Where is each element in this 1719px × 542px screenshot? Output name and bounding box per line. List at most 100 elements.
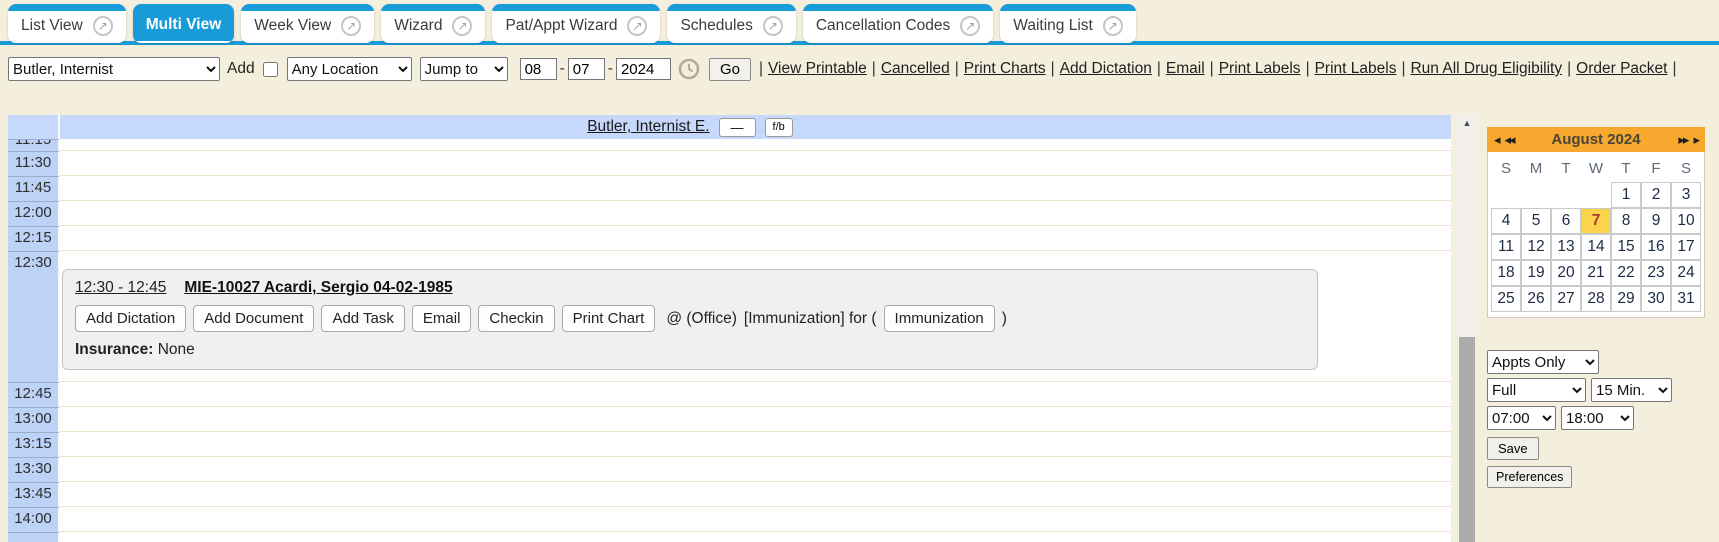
time-slot-13-15[interactable]: 13:15 xyxy=(8,432,60,457)
calendar-day-24[interactable]: 24 xyxy=(1671,260,1701,286)
popout-icon[interactable]: ↗ xyxy=(93,16,113,36)
fb-button[interactable]: f/b xyxy=(765,118,793,137)
time-slot-12-30[interactable]: 12:30 xyxy=(8,251,60,382)
tab-cancellation-codes[interactable]: Cancellation Codes↗ xyxy=(803,4,993,43)
calendar-day-20[interactable]: 20 xyxy=(1551,260,1581,286)
add-dictation-button[interactable]: Add Dictation xyxy=(75,305,186,332)
calendar-day-6[interactable]: 6 xyxy=(1551,208,1581,234)
calendar-day-18[interactable]: 18 xyxy=(1491,260,1521,286)
time-slot-11-15[interactable]: 11:15 xyxy=(8,139,60,151)
prev-arrow-icon[interactable]: ◂ xyxy=(1494,132,1499,148)
popout-icon[interactable]: ↗ xyxy=(341,16,361,36)
calendar-day-16[interactable]: 16 xyxy=(1641,234,1671,260)
calendar-day-5[interactable]: 5 xyxy=(1521,208,1551,234)
calendar-day-28[interactable]: 28 xyxy=(1581,286,1611,312)
toolbar-link-email[interactable]: Email xyxy=(1166,60,1205,77)
calendar-day-19[interactable]: 19 xyxy=(1521,260,1551,286)
calendar-day-10[interactable]: 10 xyxy=(1671,208,1701,234)
go-button[interactable]: Go xyxy=(709,58,751,81)
schedule-cell[interactable] xyxy=(60,507,1451,532)
calendar-day-31[interactable]: 31 xyxy=(1671,286,1701,312)
schedule-cell[interactable] xyxy=(60,201,1451,226)
time-slot-12-00[interactable]: 12:00 xyxy=(8,201,60,226)
add-document-button[interactable]: Add Document xyxy=(193,305,314,332)
appointment-card[interactable]: 12:30 - 12:45MIE-10027 Acardi, Sergio 04… xyxy=(62,269,1318,370)
calendar-day-3[interactable]: 3 xyxy=(1671,182,1701,208)
schedule-cell[interactable] xyxy=(60,382,1451,407)
schedule-cell[interactable] xyxy=(60,482,1451,507)
date-year-input[interactable] xyxy=(616,58,671,80)
view-mode-select[interactable]: Appts Only xyxy=(1487,350,1599,374)
calendar-day-30[interactable]: 30 xyxy=(1641,286,1671,312)
prev-fast-arrow-icon[interactable]: ◂◂ xyxy=(1505,132,1514,148)
time-slot-14-00[interactable]: 14:00 xyxy=(8,507,60,532)
popout-icon[interactable]: ↗ xyxy=(452,16,472,36)
time-slot-12-45[interactable]: 12:45 xyxy=(8,382,60,407)
tab-week-view[interactable]: Week View↗ xyxy=(241,4,374,43)
calendar-day-26[interactable]: 26 xyxy=(1521,286,1551,312)
jump-to-select[interactable]: Jump to xyxy=(420,57,508,81)
end-time-select[interactable]: 18:00 xyxy=(1561,406,1634,430)
provider-column-link[interactable]: Butler, Internist E. xyxy=(587,118,709,136)
time-slot-13-45[interactable]: 13:45 xyxy=(8,482,60,507)
toolbar-link-cancelled[interactable]: Cancelled xyxy=(881,60,950,77)
time-slot-13-00[interactable]: 13:00 xyxy=(8,407,60,432)
popout-icon[interactable]: ↗ xyxy=(960,16,980,36)
provider-select[interactable]: Butler, Internist xyxy=(8,57,220,81)
scroll-up-icon[interactable]: ▲ xyxy=(1458,115,1476,131)
next-arrow-icon[interactable]: ▸ xyxy=(1693,132,1698,148)
date-month-input[interactable] xyxy=(520,58,557,80)
calendar-day-4[interactable]: 4 xyxy=(1491,208,1521,234)
calendar-day-14[interactable]: 14 xyxy=(1581,234,1611,260)
minimize-column-button[interactable]: — xyxy=(719,118,756,137)
reason-button[interactable]: Immunization xyxy=(884,305,995,332)
calendar-day-11[interactable]: 11 xyxy=(1491,234,1521,260)
calendar-day-27[interactable]: 27 xyxy=(1551,286,1581,312)
toolbar-link-run-all-drug-eligibility[interactable]: Run All Drug Eligibility xyxy=(1410,60,1562,77)
schedule-cell[interactable] xyxy=(60,139,1451,151)
calendar-day-29[interactable]: 29 xyxy=(1611,286,1641,312)
calendar-day-23[interactable]: 23 xyxy=(1641,260,1671,286)
scrollbar-thumb[interactable] xyxy=(1459,337,1475,542)
time-slot-11-45[interactable]: 11:45 xyxy=(8,176,60,201)
toolbar-link-print-labels[interactable]: Print Labels xyxy=(1315,60,1397,77)
schedule-cell[interactable] xyxy=(60,151,1451,176)
calendar-day-1[interactable]: 1 xyxy=(1611,182,1641,208)
toolbar-link-view-printable[interactable]: View Printable xyxy=(768,60,867,77)
calendar-day-7[interactable]: 7 xyxy=(1581,208,1611,234)
size-select[interactable]: Full xyxy=(1487,378,1586,402)
vertical-scrollbar[interactable]: ▲ xyxy=(1458,115,1476,542)
schedule-cell[interactable] xyxy=(60,532,1451,542)
next-fast-arrow-icon[interactable]: ▸▸ xyxy=(1678,132,1687,148)
calendar-day-15[interactable]: 15 xyxy=(1611,234,1641,260)
tab-multi-view[interactable]: Multi View xyxy=(133,4,235,43)
tab-schedules[interactable]: Schedules↗ xyxy=(667,4,795,43)
schedule-cell[interactable] xyxy=(60,407,1451,432)
interval-select[interactable]: 15 Min. xyxy=(1591,378,1672,402)
popout-icon[interactable]: ↗ xyxy=(1103,16,1123,36)
toolbar-link-print-labels[interactable]: Print Labels xyxy=(1219,60,1301,77)
time-slot-13-30[interactable]: 13:30 xyxy=(8,457,60,482)
calendar-day-2[interactable]: 2 xyxy=(1641,182,1671,208)
calendar-day-25[interactable]: 25 xyxy=(1491,286,1521,312)
schedule-cell[interactable]: 12:30 - 12:45MIE-10027 Acardi, Sergio 04… xyxy=(60,251,1451,382)
add-task-button[interactable]: Add Task xyxy=(321,305,404,332)
clock-icon[interactable] xyxy=(678,58,700,80)
print-chart-button[interactable]: Print Chart xyxy=(562,305,656,332)
email-button[interactable]: Email xyxy=(412,305,472,332)
calendar-day-9[interactable]: 9 xyxy=(1641,208,1671,234)
calendar-day-17[interactable]: 17 xyxy=(1671,234,1701,260)
time-slot-11-30[interactable]: 11:30 xyxy=(8,151,60,176)
toolbar-link-print-charts[interactable]: Print Charts xyxy=(964,60,1046,77)
calendar-day-21[interactable]: 21 xyxy=(1581,260,1611,286)
toolbar-link-add-dictation[interactable]: Add Dictation xyxy=(1060,60,1152,77)
save-button[interactable]: Save xyxy=(1487,437,1539,460)
appointment-time-link[interactable]: 12:30 - 12:45 xyxy=(75,279,166,296)
calendar-day-22[interactable]: 22 xyxy=(1611,260,1641,286)
calendar-day-13[interactable]: 13 xyxy=(1551,234,1581,260)
preferences-button[interactable]: Preferences xyxy=(1487,466,1572,488)
tab-list-view[interactable]: List View↗ xyxy=(8,4,126,43)
tab-pat-appt-wizard[interactable]: Pat/Appt Wizard↗ xyxy=(492,4,660,43)
schedule-cell[interactable] xyxy=(60,457,1451,482)
location-select[interactable]: Any Location xyxy=(287,57,412,81)
